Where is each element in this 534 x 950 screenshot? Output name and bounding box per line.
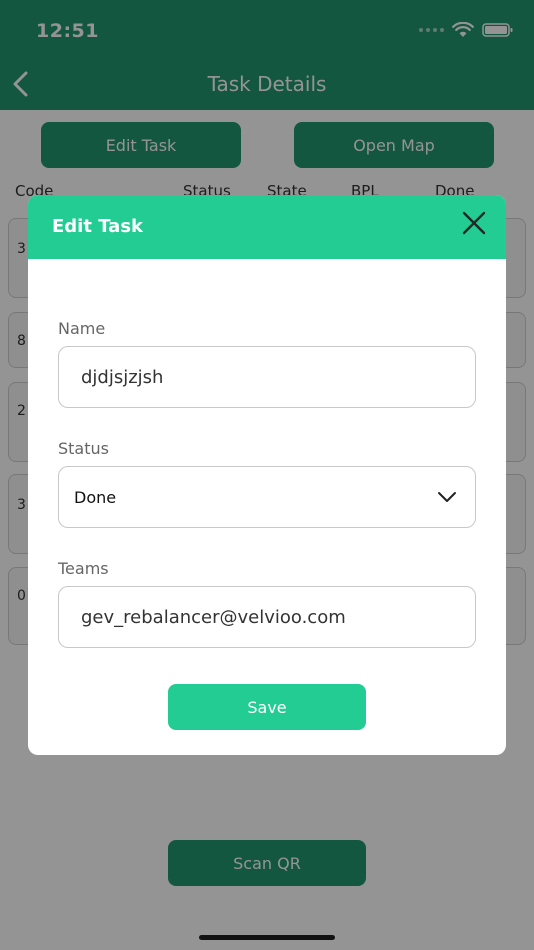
save-button[interactable]: Save — [168, 684, 366, 730]
name-label: Name — [58, 319, 106, 338]
chevron-down-icon — [438, 492, 456, 502]
status-select[interactable]: Done — [58, 466, 476, 528]
status-value: Done — [74, 487, 117, 507]
edit-task-modal: Edit Task Name djdjsjzjsh Status Done Te… — [28, 195, 506, 755]
modal-header: Edit Task — [28, 195, 506, 259]
name-field[interactable]: djdjsjzjsh — [58, 346, 476, 408]
teams-value: gev_rebalancer@velvioo.com — [81, 606, 346, 628]
modal-title: Edit Task — [52, 216, 144, 237]
teams-field[interactable]: gev_rebalancer@velvioo.com — [58, 586, 476, 648]
status-label: Status — [58, 439, 109, 458]
teams-label: Teams — [58, 559, 109, 578]
name-value: djdjsjzjsh — [81, 366, 164, 388]
close-icon[interactable] — [460, 209, 488, 237]
